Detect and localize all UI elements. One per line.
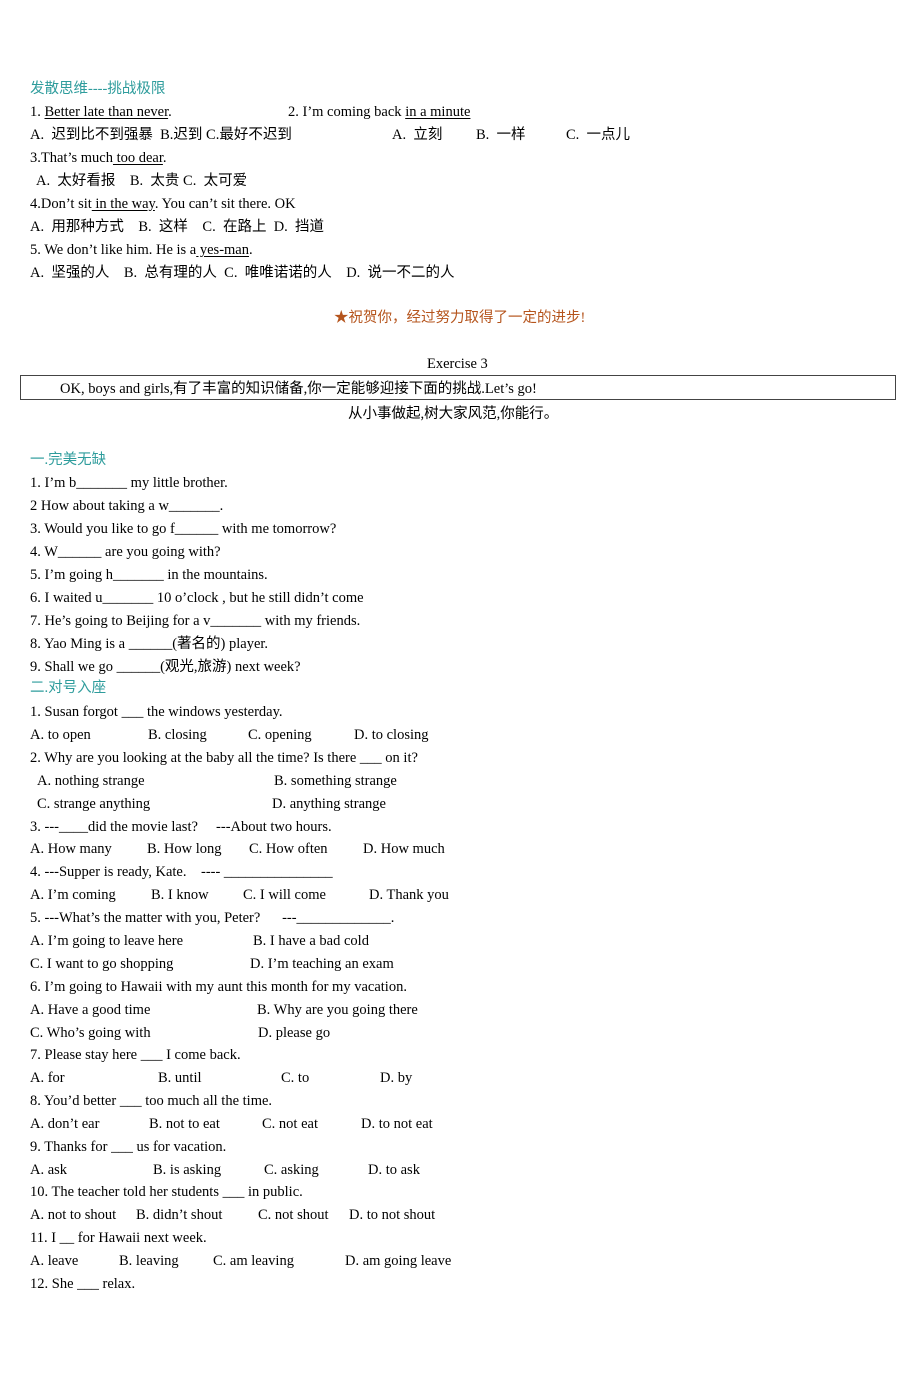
question-3-options: A. 太好看报 B. 太贵 C. 太可爱	[36, 173, 248, 189]
question-number: 5. We don’t like him. He is a	[30, 242, 197, 258]
mc-option: A. not to shout	[30, 1207, 117, 1223]
fill-item: 5. I’m going h_______ in the mountains.	[30, 567, 268, 583]
question-5: 5. We don’t like him. He is a yes-man.	[30, 241, 253, 259]
mc-option: C. strange anything	[37, 796, 151, 812]
mc-option: A. leave	[30, 1253, 79, 1269]
question-number: 1.	[30, 104, 45, 120]
question-3: 3.That’s much too dear.	[30, 149, 167, 167]
fill-item: 2 How about taking a w_______.	[30, 498, 224, 514]
mc-option: B. I have a bad cold	[253, 933, 369, 949]
mc-option: D. by	[380, 1070, 413, 1086]
mc-option: D. to not shout	[349, 1207, 436, 1223]
mc-option: D. How much	[363, 841, 445, 857]
mc-option: A. to open	[30, 727, 91, 743]
mc-option: C. not eat	[262, 1116, 318, 1132]
question-tail: . You can’t sit there. OK	[154, 196, 296, 212]
mc-option: A. ask	[30, 1162, 68, 1178]
question-1-options: A. 迟到比不到强暴 B.迟到 C.最好不迟到	[30, 127, 292, 143]
mc-option: A. How many	[30, 841, 112, 857]
mc-option: A. for	[30, 1070, 65, 1086]
mc-option: B. until	[158, 1070, 202, 1086]
mc-question: 2. Why are you looking at the baby all t…	[30, 750, 418, 766]
mc-option: D. anything strange	[272, 796, 386, 812]
mc-option: B. something strange	[274, 773, 397, 789]
underlined-phrase: in the way	[91, 196, 155, 212]
mc-option: C. not shout	[258, 1207, 329, 1223]
fill-item: 8. Yao Ming is a ______(著名的) player.	[30, 636, 269, 652]
mc-option: C. I will come	[243, 887, 326, 903]
underlined-phrase: in a minute	[405, 104, 471, 120]
exercise-title: Exercise 3	[427, 356, 488, 372]
mc-question: 10. The teacher told her students ___ in…	[30, 1184, 303, 1200]
question-4-options: A. 用那种方式 B. 这样 C. 在路上 D. 挡道	[30, 219, 325, 235]
mc-option: C. opening	[248, 727, 312, 743]
mc-question: 8. You’d better ___ too much all the tim…	[30, 1093, 273, 1109]
congrats-message: ★祝贺你，经过努力取得了一定的进步!	[334, 310, 586, 326]
mc-question: 6. I’m going to Hawaii with my aunt this…	[30, 979, 407, 995]
fill-item: 6. I waited u_______ 10 o’clock , but he…	[30, 590, 364, 606]
question-number: 2. I’m coming back	[288, 104, 406, 120]
mc-option: A. I’m coming	[30, 887, 116, 903]
mc-option: A. nothing strange	[37, 773, 145, 789]
section-heading-part2: 二.对号入座	[30, 680, 107, 696]
mc-option: C. am leaving	[213, 1253, 294, 1269]
mc-option: D. am going leave	[345, 1253, 452, 1269]
mc-option: C. asking	[264, 1162, 319, 1178]
question-2-option-c: C. 一点儿	[566, 127, 631, 143]
mc-option: D. I’m teaching an exam	[250, 956, 394, 972]
mc-option: D. to ask	[368, 1162, 420, 1178]
question-number: 4.Don’t sit	[30, 196, 92, 212]
fill-item: 3. Would you like to go f______ with me …	[30, 521, 337, 537]
mc-option: D. please go	[258, 1025, 331, 1041]
underlined-phrase: too dear	[112, 150, 163, 166]
section-heading-challenge: 发散思维----挑战极限	[30, 81, 166, 97]
mc-option: B. closing	[148, 727, 207, 743]
question-tail: .	[168, 104, 172, 120]
intro-text: OK, boys and girls,有了丰富的知识储备,你一定能够迎接下面的挑…	[60, 381, 537, 397]
mc-option: C. to	[281, 1070, 310, 1086]
underlined-phrase: yes-man	[196, 242, 249, 258]
question-2-option-b: B. 一样	[476, 127, 526, 143]
mc-option: C. How often	[249, 841, 328, 857]
mc-question: 9. Thanks for ___ us for vacation.	[30, 1139, 227, 1155]
fill-item: 4. W______ are you going with?	[30, 544, 221, 560]
fill-item: 7. He’s going to Beijing for a v_______ …	[30, 613, 361, 629]
mc-option: C. Who’s going with	[30, 1025, 151, 1041]
fill-item: 1. I’m b_______ my little brother.	[30, 475, 228, 491]
mc-question: 5. ---What’s the matter with you, Peter?…	[30, 910, 395, 926]
motto-text: 从小事做起,树大家风范,你能行。	[348, 406, 559, 422]
mc-option: A. I’m going to leave here	[30, 933, 184, 949]
question-4: 4.Don’t sit in the way. You can’t sit th…	[30, 195, 296, 213]
mc-question: 11. I __ for Hawaii next week.	[30, 1230, 207, 1246]
mc-question: 12. She ___ relax.	[30, 1276, 136, 1292]
question-tail: .	[248, 242, 253, 258]
underlined-phrase: Better late than never	[44, 104, 169, 120]
mc-question: 1. Susan forgot ___ the windows yesterda…	[30, 704, 283, 720]
mc-option: D. to closing	[354, 727, 429, 743]
question-1: 1. Better late than never.	[30, 103, 172, 121]
question-number: 3.That’s much	[30, 150, 113, 166]
mc-option: B. not to eat	[149, 1116, 220, 1132]
mc-option: B. is asking	[153, 1162, 222, 1178]
mc-question: 7. Please stay here ___ I come back.	[30, 1047, 241, 1063]
mc-option: D. Thank you	[369, 887, 449, 903]
question-2-option-a: A. 立刻	[392, 127, 443, 143]
mc-option: B. I know	[151, 887, 209, 903]
mc-option: D. to not eat	[361, 1116, 433, 1132]
mc-option: A. Have a good time	[30, 1002, 151, 1018]
question-tail: .	[162, 150, 167, 166]
mc-question: 4. ---Supper is ready, Kate. ---- ______…	[30, 864, 333, 880]
fill-item: 9. Shall we go ______(观光,旅游) next week?	[30, 659, 301, 675]
question-2: 2. I’m coming back in a minute	[288, 103, 470, 121]
section-heading-part1: 一.完美无缺	[30, 452, 107, 468]
mc-option: B. leaving	[119, 1253, 179, 1269]
mc-option: A. don’t ear	[30, 1116, 100, 1132]
mc-option: B. didn’t shout	[136, 1207, 223, 1223]
mc-option: B. Why are you going there	[257, 1002, 418, 1018]
mc-question: 3. ---____did the movie last? ---About t…	[30, 819, 332, 835]
question-5-options: A. 坚强的人 B. 总有理的人 C. 唯唯诺诺的人 D. 说一不二的人	[30, 265, 455, 281]
mc-option: B. How long	[147, 841, 222, 857]
mc-option: C. I want to go shopping	[30, 956, 174, 972]
